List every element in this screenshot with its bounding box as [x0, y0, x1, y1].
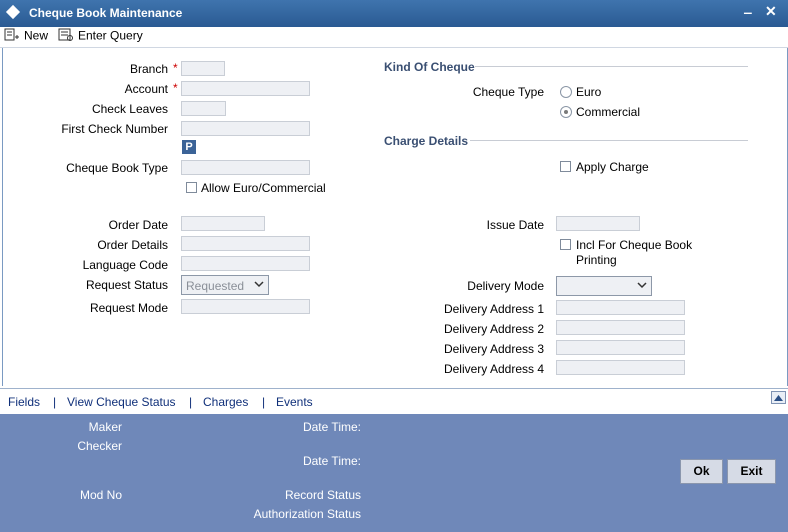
order-details-input[interactable]	[181, 236, 310, 251]
allow-euro-commercial-label: Allow Euro/Commercial	[201, 181, 326, 195]
cheque-type-commercial-radio[interactable]	[560, 106, 572, 118]
new-button[interactable]: New	[4, 28, 48, 45]
form-panel	[2, 48, 788, 386]
branch-label: Branch	[129, 62, 168, 76]
delivery-address-1-label: Delivery Address 1	[443, 302, 544, 316]
language-code-label: Language Code	[82, 258, 168, 272]
charge-details-section-title: Charge Details	[384, 134, 469, 148]
link-separator: |	[53, 395, 57, 409]
apply-charge-label: Apply Charge	[576, 160, 649, 174]
check-leaves-input[interactable]	[181, 101, 226, 116]
allow-euro-commercial-checkbox[interactable]	[186, 182, 197, 193]
audit-panel: Maker Checker Mod No Date Time: Date Tim…	[0, 414, 788, 532]
delivery-mode-select[interactable]	[556, 276, 652, 296]
enter-query-icon	[58, 28, 74, 45]
cheque-type-commercial-label: Commercial	[576, 105, 641, 119]
delivery-mode-label: Delivery Mode	[467, 279, 544, 293]
branch-required-marker: *	[173, 61, 178, 75]
first-check-number-label: First Check Number	[61, 122, 168, 136]
request-status-label: Request Status	[85, 278, 168, 292]
account-required-marker: *	[173, 81, 178, 95]
authorization-status-label: Authorization Status	[253, 507, 361, 521]
mod-no-label: Mod No	[79, 488, 122, 502]
incl-cheque-book-label-line1: Incl For Cheque Book	[576, 238, 693, 252]
exit-button[interactable]: Exit	[727, 459, 776, 484]
issue-date-label: Issue Date	[486, 218, 544, 232]
view-cheque-status-link[interactable]: View Cheque Status	[67, 395, 176, 409]
delivery-address-4-label: Delivery Address 4	[443, 362, 544, 376]
p-button[interactable]: P	[182, 140, 196, 154]
close-icon[interactable]: ✕	[765, 3, 777, 20]
incl-cheque-book-printing-checkbox[interactable]	[560, 239, 571, 250]
delivery-address-3-label: Delivery Address 3	[443, 342, 544, 356]
request-status-value: Requested	[186, 279, 245, 293]
cheque-book-type-input[interactable]	[181, 160, 310, 175]
cheque-book-type-label: Cheque Book Type	[66, 161, 168, 175]
request-mode-label: Request Mode	[89, 301, 168, 315]
delivery-address-2-input[interactable]	[556, 320, 685, 335]
enter-query-label: Enter Query	[78, 28, 143, 43]
window-title: Cheque Book Maintenance	[29, 6, 183, 20]
minimize-icon[interactable]: ‒	[744, 4, 752, 20]
request-mode-input[interactable]	[181, 299, 310, 314]
maker-date-time-label: Date Time:	[302, 420, 361, 434]
collapse-button[interactable]	[771, 391, 786, 404]
fields-link[interactable]: Fields	[8, 395, 40, 409]
first-check-number-input[interactable]	[181, 121, 310, 136]
branch-input[interactable]	[181, 61, 225, 76]
chevron-down-icon	[636, 279, 648, 294]
maker-label: Maker	[88, 420, 122, 434]
apply-charge-checkbox[interactable]	[560, 161, 571, 172]
delivery-address-1-input[interactable]	[556, 300, 685, 315]
cheque-type-euro-radio[interactable]	[560, 86, 572, 98]
order-date-input[interactable]	[181, 216, 265, 231]
links-bar: Fields | View Cheque Status | Charges | …	[0, 388, 788, 415]
link-separator: |	[189, 395, 193, 409]
account-input[interactable]	[181, 81, 310, 96]
window-icon	[5, 4, 21, 20]
cheque-type-label: Cheque Type	[472, 85, 544, 99]
chevron-up-icon	[774, 395, 783, 401]
check-leaves-label: Check Leaves	[91, 102, 168, 116]
enter-query-button[interactable]: Enter Query	[58, 28, 143, 45]
checker-date-time-label: Date Time:	[302, 454, 361, 468]
section-divider	[475, 66, 748, 67]
kind-of-cheque-section-title: Kind Of Cheque	[384, 60, 475, 74]
delivery-address-4-input[interactable]	[556, 360, 685, 375]
events-link[interactable]: Events	[276, 395, 313, 409]
section-divider	[470, 140, 748, 141]
request-status-select[interactable]: Requested	[181, 275, 269, 295]
new-label: New	[24, 28, 49, 43]
new-document-icon	[4, 28, 20, 45]
cheque-type-euro-label: Euro	[576, 85, 602, 99]
link-separator: |	[262, 395, 266, 409]
toolbar: New Enter Query	[0, 27, 788, 48]
delivery-address-3-input[interactable]	[556, 340, 685, 355]
ok-button[interactable]: Ok	[680, 459, 723, 484]
issue-date-input[interactable]	[556, 216, 640, 231]
language-code-input[interactable]	[181, 256, 310, 271]
incl-cheque-book-label-line2: Printing	[576, 253, 617, 267]
checker-label: Checker	[77, 439, 122, 453]
title-bar: Cheque Book Maintenance ‒ ✕	[0, 0, 788, 27]
delivery-address-2-label: Delivery Address 2	[443, 322, 544, 336]
chevron-down-icon	[253, 278, 265, 293]
order-date-label: Order Date	[108, 218, 168, 232]
order-details-label: Order Details	[97, 238, 168, 252]
record-status-label: Record Status	[284, 488, 361, 502]
charges-link[interactable]: Charges	[203, 395, 248, 409]
account-label: Account	[124, 82, 168, 96]
